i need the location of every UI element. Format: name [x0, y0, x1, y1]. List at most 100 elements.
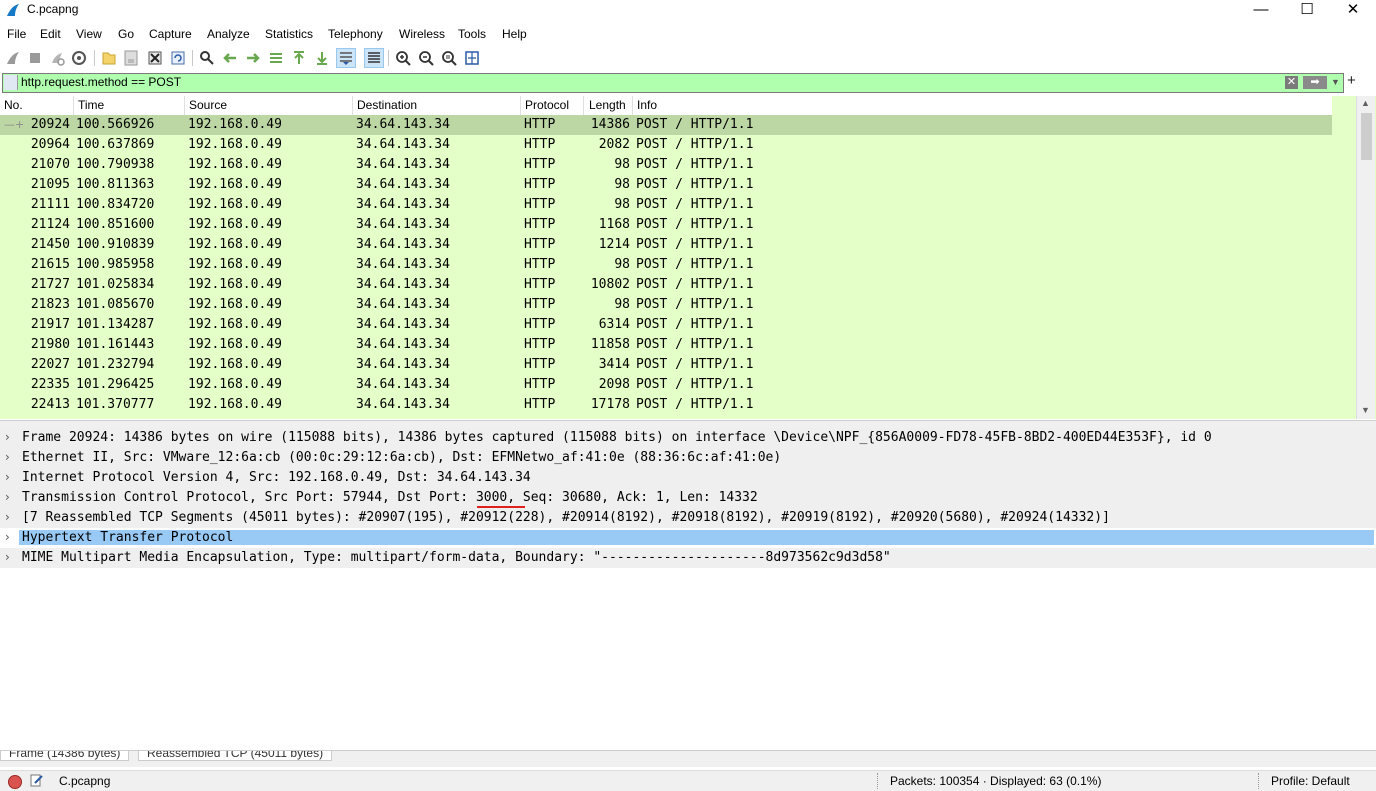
cell-protocol: HTTP [524, 137, 556, 152]
resize-columns-icon[interactable] [463, 49, 481, 67]
status-profile[interactable]: Profile: Default [1271, 774, 1350, 788]
tab-reassembled-tcp[interactable]: Reassembled TCP (45011 bytes) [138, 751, 333, 761]
menu-telephony[interactable]: Telephony [328, 27, 383, 41]
packet-row[interactable]: 21980 101.161443 192.168.0.49 34.64.143.34 H… [0, 335, 1332, 355]
packet-row[interactable]: 21450 100.910839 192.168.0.49 34.64.143.34 H… [0, 235, 1332, 255]
menu-help[interactable]: Help [502, 27, 527, 41]
detail-ipv4[interactable]: › Internet Protocol Version 4, Src: 192.1… [0, 468, 1376, 488]
tab-frame-bytes[interactable]: Frame (14386 bytes) [0, 751, 130, 761]
go-forward-icon[interactable] [244, 49, 262, 67]
packet-details-pane[interactable]: › Frame 20924: 14386 bytes on wire (11508… [0, 428, 1376, 751]
last-packet-icon[interactable] [313, 49, 331, 67]
display-filter-text[interactable]: http.request.method == POST [21, 75, 181, 89]
filter-bookmark-icon[interactable] [4, 75, 18, 90]
column-header-destination[interactable]: Destination [357, 98, 417, 112]
go-back-icon[interactable] [221, 49, 239, 67]
colorize-list-icon[interactable] [364, 48, 384, 68]
scrollbar-thumb[interactable] [1361, 113, 1372, 160]
packet-row[interactable]: 20964 100.637869 192.168.0.49 34.64.143.34 H… [0, 135, 1332, 155]
zoom-out-icon[interactable] [417, 49, 435, 67]
column-header-protocol[interactable]: Protocol [525, 98, 569, 112]
packet-row[interactable]: 22413 101.370777 192.168.0.49 34.64.143.34 H… [0, 395, 1332, 415]
column-divider[interactable] [352, 96, 353, 115]
cell-no: 21095 [30, 177, 70, 192]
autoscroll-icon[interactable] [336, 48, 356, 68]
save-file-icon[interactable] [122, 49, 140, 67]
packet-row[interactable]: 21124 100.851600 192.168.0.49 34.64.143.34 H… [0, 215, 1332, 235]
first-packet-icon[interactable] [290, 49, 308, 67]
capture-options-icon[interactable] [70, 49, 88, 67]
normal-size-icon[interactable] [440, 49, 458, 67]
find-packet-icon[interactable] [198, 49, 216, 67]
minimize-button[interactable]: — [1238, 0, 1284, 22]
stop-capture-icon[interactable] [26, 49, 44, 67]
detail-http[interactable]: › Hypertext Transfer Protocol [0, 528, 1376, 548]
scroll-down-icon[interactable]: ▼ [1361, 405, 1370, 415]
column-divider[interactable] [632, 96, 633, 115]
packet-row[interactable]: 21095 100.811363 192.168.0.49 34.64.143.34 H… [0, 175, 1332, 195]
packet-list-pane[interactable]: No. Time Source Destination Protocol Len… [0, 96, 1376, 419]
capture-comment-icon[interactable] [30, 773, 44, 787]
close-window-button[interactable]: ✕ [1330, 0, 1376, 22]
open-file-icon[interactable] [100, 49, 118, 67]
column-divider[interactable] [520, 96, 521, 115]
expand-arrow-icon[interactable]: › [5, 490, 10, 504]
packet-row[interactable]: 21070 100.790938 192.168.0.49 34.64.143.34 H… [0, 155, 1332, 175]
packet-list-header: No. Time Source Destination Protocol Len… [0, 96, 1332, 116]
go-to-packet-icon[interactable] [267, 49, 285, 67]
packet-row[interactable]: —+ 20924 100.566926 192.168.0.49 34.64.143.3… [0, 115, 1332, 135]
column-divider[interactable] [73, 96, 74, 115]
packet-row[interactable]: 21823 101.085670 192.168.0.49 34.64.143.34 H… [0, 295, 1332, 315]
restart-capture-icon[interactable] [48, 49, 66, 67]
apply-filter-icon[interactable]: ➡ [1303, 76, 1327, 89]
main-toolbar [0, 46, 1376, 70]
detail-reassembled-segments[interactable]: › [7 Reassembled TCP Segments (45011 byte… [0, 508, 1376, 528]
column-header-no[interactable]: No. [4, 98, 23, 112]
maximize-button[interactable]: ☐ [1284, 0, 1330, 22]
column-header-info[interactable]: Info [637, 98, 657, 112]
display-filter-input[interactable]: http.request.method == POST ✕ ➡ ▼ [2, 73, 1344, 93]
start-capture-icon[interactable] [4, 49, 22, 67]
filter-history-dropdown-icon[interactable]: ▼ [1331, 76, 1341, 89]
add-filter-button-icon[interactable]: + [1347, 72, 1356, 89]
expand-arrow-icon[interactable]: › [5, 530, 10, 544]
menu-capture[interactable]: Capture [149, 27, 192, 41]
expert-info-icon[interactable] [8, 775, 22, 789]
scroll-up-icon[interactable]: ▲ [1361, 98, 1370, 108]
expand-arrow-icon[interactable]: › [5, 430, 10, 444]
packet-row[interactable]: 21917 101.134287 192.168.0.49 34.64.143.34 H… [0, 315, 1332, 335]
column-header-length[interactable]: Length [589, 98, 626, 112]
menu-statistics[interactable]: Statistics [265, 27, 313, 41]
packet-row[interactable]: 21615 100.985958 192.168.0.49 34.64.143.34 H… [0, 255, 1332, 275]
menu-wireless[interactable]: Wireless [399, 27, 445, 41]
expand-arrow-icon[interactable]: › [5, 550, 10, 564]
column-divider[interactable] [184, 96, 185, 115]
column-divider[interactable] [583, 96, 584, 115]
expand-arrow-icon[interactable]: › [5, 450, 10, 464]
cell-protocol: HTTP [524, 157, 556, 172]
menu-edit[interactable]: Edit [40, 27, 61, 41]
menu-tools[interactable]: Tools [458, 27, 486, 41]
detail-ethernet[interactable]: › Ethernet II, Src: VMware_12:6a:cb (00:0… [0, 448, 1376, 468]
detail-frame[interactable]: › Frame 20924: 14386 bytes on wire (11508… [0, 428, 1376, 448]
clear-filter-icon[interactable]: ✕ [1285, 76, 1298, 89]
column-header-source[interactable]: Source [189, 98, 227, 112]
zoom-in-icon[interactable] [394, 49, 412, 67]
column-header-time[interactable]: Time [78, 98, 104, 112]
detail-tcp[interactable]: › Transmission Control Protocol, Src Port… [0, 488, 1376, 508]
detail-mime-multipart[interactable]: › MIME Multipart Media Encapsulation, Typ… [0, 548, 1376, 568]
menu-analyze[interactable]: Analyze [207, 27, 250, 41]
reload-file-icon[interactable] [169, 49, 187, 67]
menu-file[interactable]: File [7, 27, 26, 41]
expand-arrow-icon[interactable]: › [5, 510, 10, 524]
cell-no: 20924 [30, 117, 70, 132]
menu-go[interactable]: Go [118, 27, 134, 41]
packet-row[interactable]: 22027 101.232794 192.168.0.49 34.64.143.34 H… [0, 355, 1332, 375]
packet-list-scrollbar[interactable]: ▲ ▼ [1356, 96, 1375, 419]
packet-row[interactable]: 21727 101.025834 192.168.0.49 34.64.143.34 H… [0, 275, 1332, 295]
menu-view[interactable]: View [76, 27, 102, 41]
expand-arrow-icon[interactable]: › [5, 470, 10, 484]
close-file-icon[interactable] [146, 49, 164, 67]
packet-row[interactable]: 21111 100.834720 192.168.0.49 34.64.143.34 H… [0, 195, 1332, 215]
packet-row[interactable]: 22335 101.296425 192.168.0.49 34.64.143.34 H… [0, 375, 1332, 395]
